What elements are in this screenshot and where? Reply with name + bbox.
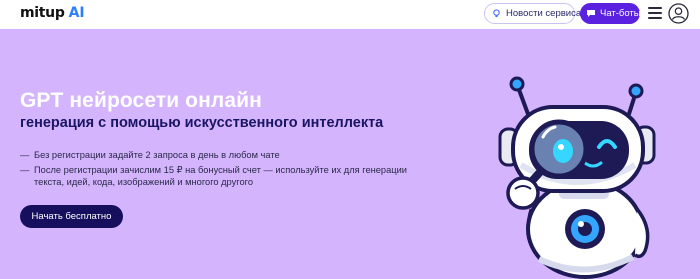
logo-accent: AI [68, 5, 85, 21]
lightbulb-icon [492, 9, 501, 18]
news-button-label: Новости сервиса [506, 8, 582, 19]
list-item: — После регистрации зачислим 15 ₽ на бон… [20, 164, 420, 188]
user-avatar-icon[interactable] [668, 3, 689, 24]
list-item: — Без регистрации задайте 2 запроса в де… [20, 149, 420, 161]
chat-bots-button-label: Чат-боты [600, 8, 641, 19]
chat-bubble-icon [586, 9, 596, 18]
logo-text: mitup [20, 5, 65, 21]
news-button[interactable]: Новости сервиса [484, 3, 581, 24]
hero-section: GPT нейросети онлайн генерация с помощью… [0, 29, 700, 279]
list-item-dash: — [20, 165, 30, 175]
chat-bots-button[interactable]: Чат-боты [580, 3, 641, 24]
top-header: mitup AI Новости сервиса Чат-боты [0, 0, 700, 29]
hero-title: GPT нейросети онлайн [20, 89, 262, 112]
robot-with-magnifier-illustration [487, 69, 667, 279]
start-free-button[interactable]: Начать бесплатно [20, 205, 123, 228]
hero-subtitle: генерация с помощью искусственного интел… [20, 115, 384, 131]
hamburger-icon[interactable] [647, 6, 663, 20]
logo[interactable]: mitup AI [20, 5, 85, 23]
list-item-dash: — [20, 150, 30, 160]
list-item-text: Без регистрации задайте 2 запроса в день… [34, 150, 280, 160]
feature-list: — Без регистрации задайте 2 запроса в де… [20, 149, 420, 191]
list-item-text: После регистрации зачислим 15 ₽ на бонус… [34, 165, 407, 187]
